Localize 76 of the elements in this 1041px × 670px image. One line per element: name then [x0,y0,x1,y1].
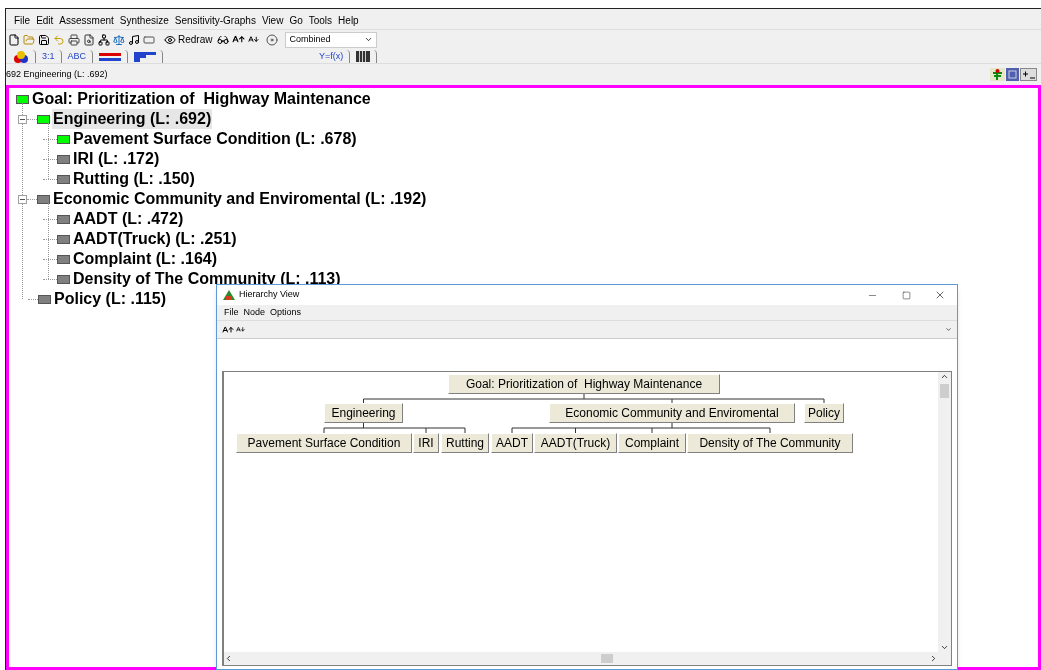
horizontal-scrollbar[interactable] [224,652,951,665]
dropdown-icon [364,35,374,44]
hierarchy-icon[interactable] [98,33,110,46]
font-smaller-icon[interactable] [236,325,245,334]
scroll-left-icon[interactable] [224,654,233,663]
menu-item[interactable]: File [224,305,239,320]
hierarchy-node[interactable]: Pavement Surface Condition [236,433,412,453]
tree-item[interactable]: IRI (L: .172) [72,149,161,169]
scroll-right-icon[interactable] [929,654,938,663]
hierarchy-node[interactable]: Engineering [324,403,403,423]
hierarchy-node[interactable]: IRI [413,433,439,453]
hierarchy-node[interactable]: Goal: Prioritization of Highway Maintenance [448,374,720,394]
vertical-scrollbar[interactable] [938,372,951,652]
lines-icon [99,51,122,62]
tree-item[interactable]: Policy (L: .115) [53,289,168,309]
mode-select[interactable]: Combined [285,31,378,48]
bar-chart-icon [134,51,157,62]
close-icon[interactable] [934,289,946,301]
grid-icon[interactable] [1006,68,1019,81]
new-file-icon[interactable] [8,33,20,46]
scroll-thumb[interactable] [940,384,949,398]
font-larger-icon[interactable] [222,323,234,336]
view-tab[interactable]: ABC [61,50,94,63]
tree-item[interactable]: Economic Community and Enviromental (L: .192) [52,189,428,209]
tree-item[interactable]: Rutting (L: .150) [72,169,196,189]
view-tab[interactable]: 3:1 [36,50,62,63]
tree-item[interactable]: AADT(Truck) (L: .251) [72,229,238,249]
hierarchy-node[interactable]: Rutting [441,433,489,453]
tree-item[interactable]: Pavement Surface Condition (L: .678) [72,129,358,149]
hierarchy-node[interactable]: Density of The Community [687,433,853,453]
rectangle-icon[interactable] [143,33,155,46]
collapse-toggle[interactable] [18,114,27,124]
tree-item[interactable]: Engineering (L: .692) [52,109,213,129]
hierarchy-node[interactable]: AADT(Truck) [534,433,617,453]
collapse-toggle[interactable] [18,194,27,204]
menu-item[interactable]: Go [289,12,303,28]
menu-item[interactable]: Sensitivity-Graphs [174,12,256,28]
save-icon[interactable] [38,33,50,46]
tree-item[interactable]: Goal: Prioritization of Highway Maintenance [31,89,372,109]
printer-icon[interactable] [68,33,80,46]
glasses-icon[interactable] [217,33,230,46]
music-note-icon[interactable] [128,33,140,46]
menu-item[interactable]: Tools [308,12,333,28]
scroll-down-icon[interactable] [940,643,949,652]
scroll-thumb[interactable] [601,654,613,663]
scroll-up-icon[interactable] [940,372,949,381]
tree-item[interactable]: AADT (L: .472) [72,209,185,229]
status-text: 692 Engineering (L: .692) [6,67,108,81]
overflow-icon[interactable] [945,326,952,333]
plus-minus-icon[interactable] [1020,68,1037,81]
redraw-button[interactable]: Redraw [162,32,215,47]
menu-item[interactable]: Edit [36,12,54,28]
menu-item[interactable]: Options [270,305,302,320]
font-smaller-icon[interactable] [248,34,260,45]
tree-item[interactable]: Complaint (L: .164) [72,249,218,269]
maximize-icon[interactable] [901,290,911,300]
scale-icon[interactable] [113,33,125,46]
disc-icon[interactable] [266,33,279,46]
app-icon [223,290,235,300]
menu-item[interactable]: Node [243,305,266,320]
menu-item[interactable]: Synthesize [119,12,169,28]
menu-item[interactable]: Assessment [59,12,114,28]
eye-icon [164,33,176,46]
colored-balls-icon [13,50,29,63]
hierarchy-node[interactable]: AADT [491,433,533,453]
menu-item[interactable]: View [261,12,284,28]
menu-item[interactable]: Help [338,12,359,28]
hierarchy-node[interactable]: Economic Community and Enviromental [549,403,795,423]
hierarchy-node[interactable]: Complaint [618,433,686,453]
preview-icon[interactable] [83,33,95,46]
hierarchy-node[interactable]: Policy [804,403,844,423]
barcode-icon [356,51,371,62]
window-title: Hierarchy View [239,288,300,302]
view-tab[interactable]: Y=f(x) [313,50,351,63]
menu-item[interactable]: File [14,12,31,28]
tree-icon[interactable] [990,68,1005,81]
